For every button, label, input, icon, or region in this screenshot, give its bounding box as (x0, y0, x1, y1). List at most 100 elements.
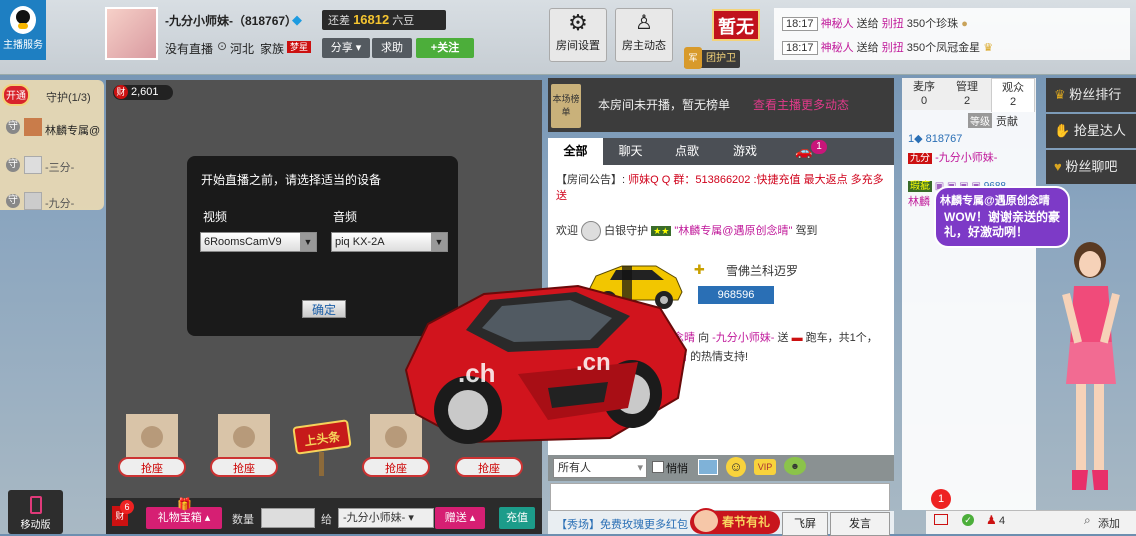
ranking-none-badge: 暂无 (712, 9, 760, 41)
quantity-input[interactable] (261, 508, 315, 528)
audience-user[interactable]: 1◆ 818767 (908, 132, 962, 145)
audience-user-name-row[interactable]: 九分 -九分小师妹- (908, 149, 997, 165)
whisper-checkbox[interactable] (652, 461, 664, 473)
confirm-button[interactable]: 确定 (302, 300, 346, 318)
dialog-title: 开始直播之前，请选择适当的设备 (201, 173, 382, 187)
video-device-select[interactable]: 6RoomsCamV9 ▼ (200, 232, 317, 252)
mobile-label: 移动版 (20, 520, 51, 531)
emoji-icon[interactable]: ☺ (726, 457, 746, 477)
tab-chat[interactable]: 聊天 (603, 138, 658, 165)
gift-target[interactable]: -九分小师妹- (712, 332, 774, 344)
notification-gift: 350个珍珠 (906, 18, 959, 30)
user-name[interactable]: 林麟 (908, 193, 930, 209)
follow-button[interactable]: +关注 (416, 38, 474, 58)
tab-admin[interactable]: 管理 2 (947, 80, 987, 108)
share-button[interactable]: 分享 ▾ (322, 38, 370, 58)
anchor-name: -九分小师妹-（818767） (165, 14, 298, 28)
mobile-version-button[interactable]: 移动版 (8, 490, 63, 534)
tab-viewers-label: 观众 (1002, 82, 1024, 94)
hand-icon: ✋ (1054, 123, 1071, 138)
share-label: 分享 (330, 42, 353, 54)
people-count: 4 (999, 515, 1006, 527)
add-friend-button[interactable]: 添加 (1098, 515, 1120, 531)
gift-name: 跑车，共1个， (805, 332, 878, 344)
send-message-button[interactable]: 发言 (830, 512, 890, 536)
notification-row: 18:17 神秘人 送给 别扭 350个凤冠金星 ♛ (782, 39, 993, 55)
guard-shield-icon: 守 (6, 120, 20, 134)
image-icon[interactable] (698, 459, 718, 475)
diamond-icon: 1◆ (908, 133, 923, 145)
gap-value: 16812 (353, 12, 390, 27)
grab-seat-button[interactable]: 抢座 (118, 457, 186, 477)
welcome-user[interactable]: "林麟专属@遇原创念晴" (674, 225, 792, 237)
promo-link[interactable]: 【秀场】免费玫瑰更多红包 (556, 516, 688, 532)
guard-avatar[interactable] (24, 192, 42, 210)
heart-icon: ♥ (1054, 159, 1062, 174)
send-gift-button[interactable]: 赠送 ▴ (435, 507, 485, 529)
guard-avatar[interactable] (24, 118, 42, 136)
guard-member-name[interactable]: -九分- (45, 195, 74, 211)
contrib-label: 贡献 (996, 116, 1018, 128)
grab-seat-button[interactable]: 抢座 (210, 457, 278, 477)
notification-verb: 送给 (856, 42, 879, 54)
guard-member-name[interactable]: -三分- (45, 159, 74, 175)
grab-seat-button[interactable]: 抢座 (362, 457, 430, 477)
bubble-text: WOW！谢谢亲送的豪礼，好激动咧！ (944, 210, 1060, 239)
notification-verb: 送给 (856, 18, 879, 30)
mail-badge: 1 (931, 489, 951, 509)
ranking-empty-text: 本房间未开播，暂无榜单 (598, 98, 731, 112)
vip-emoji-icon[interactable]: VIP (754, 459, 776, 475)
search-icon: ⌕ (1084, 513, 1091, 527)
audio-device-value: piq KX-2A (335, 236, 385, 248)
chevron-down-icon: ▼ (300, 233, 316, 251)
tab-game[interactable]: 游戏 (716, 138, 774, 165)
tab-viewers[interactable]: 观众 2 (991, 78, 1035, 112)
welcome-suffix: 驾到 (795, 224, 818, 237)
quantity-label: 数量 (232, 514, 254, 526)
gear-icon: ⚙ (568, 10, 588, 35)
notification-time: 18:17 (782, 41, 818, 55)
vip-badge: ★★ (651, 225, 672, 236)
audio-device-select[interactable]: piq KX-2A ▼ (331, 232, 448, 252)
wealth-counter: 财 2,601 (113, 85, 173, 100)
sportscar-icon: ▬ (791, 332, 803, 344)
gap-label: 还差 (328, 15, 350, 27)
tab-admin-count: 2 (963, 95, 971, 107)
guard-member-name[interactable]: 林麟专属@ (45, 122, 100, 138)
grab-seat-button[interactable]: 抢座 (455, 457, 523, 477)
mail-icon[interactable] (934, 514, 948, 525)
level-gap-box: 还差 16812 六豆 (322, 10, 446, 30)
recipient-value: -九分小师妹- (343, 512, 406, 524)
tab-queue[interactable]: 麦序 0 (904, 80, 944, 108)
star-grab-button[interactable]: ✋ 抢星达人 (1046, 114, 1136, 148)
welcome-guard: 白银守护 (604, 224, 649, 237)
online-status-icon[interactable]: ✓ (962, 514, 974, 526)
recharge-button[interactable]: 充值 (499, 507, 535, 529)
star-grab-label: 抢星达人 (1073, 123, 1126, 138)
welcome-prefix: 欢迎 (556, 224, 578, 237)
people-icon: ♟ (986, 513, 997, 527)
chat-input[interactable] (550, 483, 890, 511)
room-settings-button[interactable]: ⚙ 房间设置 (549, 8, 607, 62)
user-badge: 瑕疵 (908, 181, 932, 192)
anchor-service-logo[interactable]: 主播服务 (0, 0, 46, 60)
chat-target-select[interactable]: 所有人 ▾ (553, 458, 647, 478)
rank-label: 等级 (968, 113, 992, 128)
send-gift-label: 赠送 (444, 512, 467, 524)
sticker-icon[interactable]: ☻ (784, 457, 806, 475)
open-guard-button[interactable]: 开通 (2, 84, 30, 106)
fly-screen-button[interactable]: 飞屏 (782, 512, 828, 536)
video-label: 视频 (203, 210, 228, 224)
gift-recipient-select[interactable]: -九分小师妹- ▾ (338, 508, 434, 528)
anchor-avatar[interactable] (105, 7, 158, 60)
location-text: 河北 (230, 42, 255, 56)
fans-chat-button[interactable]: ♥ 粉丝聊吧 (1046, 150, 1136, 184)
notification-user: 神秘人 (820, 18, 854, 30)
help-button[interactable]: 求助 (372, 38, 412, 58)
tab-song[interactable]: 点歌 (658, 138, 716, 165)
fans-rank-button[interactable]: ♛ 粉丝排行 (1046, 78, 1136, 112)
more-news-link[interactable]: 查看主播更多动态 (753, 96, 849, 113)
owner-news-button[interactable]: ♙ 房主动态 (615, 8, 673, 62)
guard-avatar[interactable] (24, 156, 42, 174)
tab-all[interactable]: 全部 (548, 138, 603, 165)
